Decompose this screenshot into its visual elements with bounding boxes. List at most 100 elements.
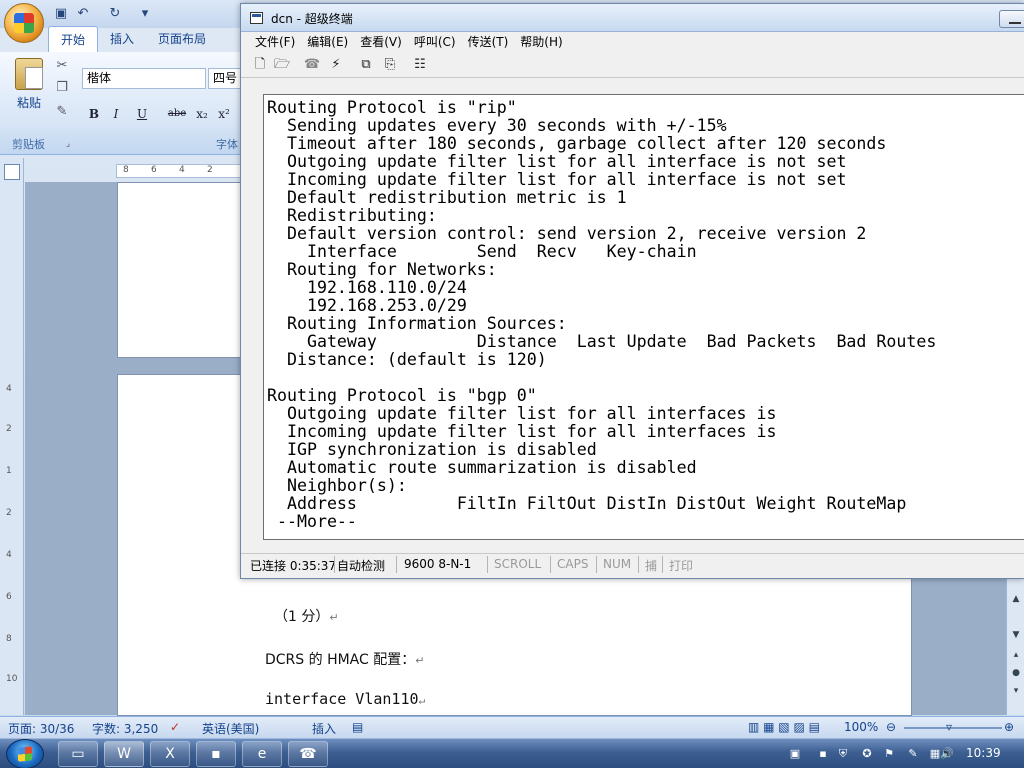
- open-folder-icon[interactable]: 🗁: [273, 56, 291, 74]
- terminal-menubar: 文件(F) 编辑(E) 查看(V) 呼叫(C) 传送(T) 帮助(H): [241, 32, 1024, 52]
- zoom-level[interactable]: 100%: [844, 720, 878, 734]
- status-separator: [396, 556, 397, 573]
- ie-taskbar-icon[interactable]: e: [242, 741, 282, 767]
- italic-button[interactable]: I: [106, 104, 126, 124]
- underline-button[interactable]: U: [132, 104, 152, 124]
- document-text-line[interactable]: interface Vlan110↵: [265, 690, 425, 708]
- ruler-tick: 8: [123, 165, 129, 175]
- undo-icon[interactable]: ↶: [74, 5, 92, 23]
- bold-button[interactable]: B: [84, 104, 104, 124]
- zoom-out-icon[interactable]: ⊖: [886, 720, 896, 734]
- document-text-line[interactable]: （1 分）↵: [274, 606, 339, 626]
- flag-icon[interactable]: ⚑: [882, 747, 896, 761]
- format-painter-icon[interactable]: ✎: [54, 104, 70, 120]
- cmd-taskbar-icon[interactable]: ▪: [196, 741, 236, 767]
- proofing-icon[interactable]: ✓: [170, 720, 180, 734]
- shield-icon[interactable]: ⛨: [836, 747, 850, 761]
- scroll-down-icon[interactable]: ▼: [1009, 630, 1023, 644]
- ruler-tick: 4: [6, 550, 12, 560]
- vertical-ruler: [0, 158, 24, 715]
- tray-network-icon[interactable]: ▪: [816, 747, 830, 761]
- menu-transfer[interactable]: 传送(T): [462, 32, 515, 52]
- terminal-status-bar: 已连接 0:35:37 自动检测 9600 8-N-1 SCROLL CAPS …: [241, 553, 1024, 575]
- scroll-up-icon[interactable]: ▲: [1009, 594, 1023, 608]
- receive-icon[interactable]: ⎘: [381, 56, 399, 74]
- ruler-tick: 1: [6, 466, 12, 476]
- clipboard-group-label: 剪贴板: [12, 138, 45, 151]
- view-buttons[interactable]: ▥ ▦ ▧ ▨ ▤: [748, 720, 820, 734]
- num-lock-indicator: NUM: [603, 557, 632, 571]
- ruler-tick: 2: [207, 165, 213, 175]
- language[interactable]: 英语(美国): [202, 720, 259, 737]
- word-status-bar: 页面: 30/36 字数: 3,250 ✓ 英语(美国) 插入 ▤ ▥ ▦ ▧ …: [0, 716, 1024, 738]
- paste-button[interactable]: 粘贴: [8, 58, 50, 124]
- minimize-button[interactable]: [999, 10, 1024, 28]
- send-icon[interactable]: ⧉: [357, 56, 375, 74]
- menu-call[interactable]: 呼叫(C): [408, 32, 462, 52]
- clock[interactable]: 10:39: [966, 746, 1001, 760]
- tab-page-layout[interactable]: 页面布局: [146, 26, 218, 52]
- copy-icon[interactable]: ❐: [54, 80, 70, 96]
- office-logo-icon: [14, 13, 34, 33]
- status-separator: [550, 556, 551, 573]
- menu-help[interactable]: 帮助(H): [514, 32, 568, 52]
- zoom-slider[interactable]: [904, 727, 1002, 729]
- new-file-icon[interactable]: 🗋: [251, 56, 269, 74]
- ruler-tick: 4: [179, 165, 185, 175]
- font-group-label: 字体: [216, 138, 238, 151]
- terminal-output: Routing Protocol is "rip" Sending update…: [267, 98, 937, 531]
- terminal-screen[interactable]: Routing Protocol is "rip" Sending update…: [263, 94, 1024, 540]
- redo-icon[interactable]: ↻: [106, 5, 124, 23]
- word-count[interactable]: 字数: 3,250: [92, 720, 158, 737]
- properties-icon[interactable]: ☷: [411, 56, 429, 74]
- page-count[interactable]: 页面: 30/36: [8, 720, 74, 737]
- tray-app-icon[interactable]: ▣: [788, 747, 802, 761]
- terminal-titlebar[interactable]: dcn - 超级终端: [241, 4, 1024, 32]
- explorer-taskbar-icon[interactable]: ▭: [58, 741, 98, 767]
- ribbon-tabs: 开始 插入 页面布局: [48, 26, 218, 52]
- document-text-line[interactable]: DCRS 的 HMAC 配置：↵: [265, 649, 424, 669]
- quick-access-menu-icon[interactable]: ▾: [136, 5, 154, 23]
- superscript-button[interactable]: x²: [214, 104, 234, 124]
- next-page-icon[interactable]: ▾: [1009, 686, 1023, 700]
- status-separator: [638, 556, 639, 573]
- menu-edit[interactable]: 编辑(E): [301, 32, 354, 52]
- zoom-slider-thumb[interactable]: ▿: [946, 720, 952, 734]
- menu-view[interactable]: 查看(V): [354, 32, 408, 52]
- ruler-tick: 10: [6, 674, 18, 684]
- horizontal-ruler: 8 6 4 2: [116, 164, 242, 178]
- tab-selector-icon[interactable]: [4, 164, 20, 180]
- macro-record-icon[interactable]: ▤: [352, 720, 363, 734]
- prev-page-icon[interactable]: ▴: [1009, 650, 1023, 664]
- scroll-lock-indicator: SCROLL: [494, 557, 542, 571]
- strikethrough-button[interactable]: abe: [166, 104, 188, 124]
- caps-lock-indicator: CAPS: [557, 557, 589, 571]
- port-settings: 9600 8-N-1: [404, 557, 472, 571]
- ruler-tick: 4: [6, 384, 12, 394]
- tab-insert[interactable]: 插入: [98, 26, 146, 52]
- office-button[interactable]: [4, 3, 44, 43]
- volume-icon[interactable]: 🔊: [940, 747, 954, 761]
- insert-mode[interactable]: 插入: [312, 720, 336, 737]
- hyperterminal-taskbar-icon[interactable]: ☎: [288, 741, 328, 767]
- security-icon[interactable]: ✪: [860, 747, 874, 761]
- call-icon[interactable]: ☎: [303, 56, 321, 74]
- ime-icon[interactable]: ✎: [906, 747, 920, 761]
- font-family-select[interactable]: 楷体: [82, 68, 206, 89]
- status-separator: [334, 556, 335, 573]
- zoom-in-icon[interactable]: ⊕: [1004, 720, 1014, 734]
- menu-file[interactable]: 文件(F): [249, 32, 301, 52]
- dialog-launcher-icon[interactable]: ⌟: [60, 136, 76, 152]
- select-browse-object-icon[interactable]: ●: [1009, 668, 1023, 682]
- start-button[interactable]: [6, 739, 44, 768]
- save-icon[interactable]: ▣: [52, 5, 70, 23]
- terminal-toolbar: 🗋 🗁 ☎ ⚡ ⧉ ⎘ ☷: [241, 52, 1024, 78]
- disconnect-icon[interactable]: ⚡: [327, 56, 345, 74]
- word-taskbar-icon[interactable]: W: [104, 741, 144, 767]
- taskbar: ▭ W X ▪ e ☎ ▣ ▪ ⛨ ✪ ⚑ ✎ ▦ 🔊 10:39: [0, 738, 1024, 768]
- excel-taskbar-icon[interactable]: X: [150, 741, 190, 767]
- terminal-title: dcn - 超级终端: [271, 12, 353, 26]
- cut-icon[interactable]: ✂: [54, 58, 70, 74]
- subscript-button[interactable]: x₂: [192, 104, 212, 124]
- tab-home[interactable]: 开始: [48, 26, 99, 52]
